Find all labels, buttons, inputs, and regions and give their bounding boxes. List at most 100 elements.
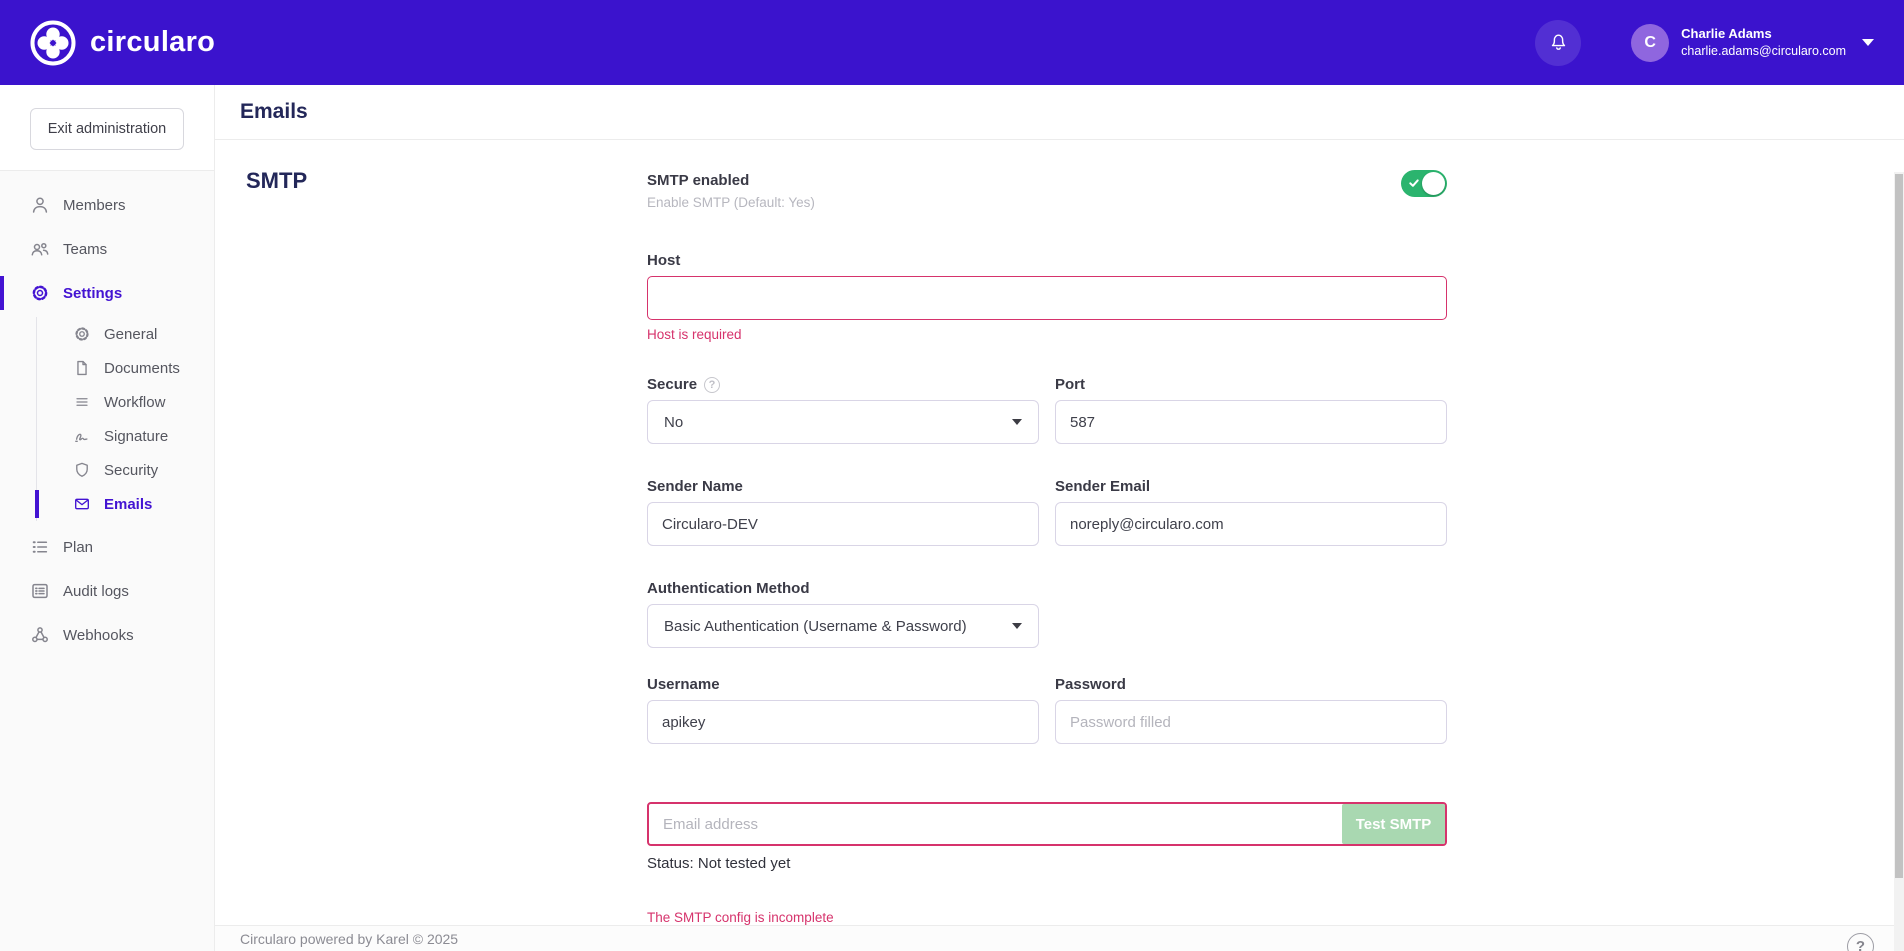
- page-header: Emails: [215, 85, 1904, 139]
- sender-name-label: Sender Name: [647, 478, 743, 495]
- sender-email-group: Sender Email: [1055, 478, 1447, 546]
- chevron-down-icon: [1862, 39, 1874, 46]
- credentials-row: Username Password: [647, 676, 1447, 744]
- test-email-input[interactable]: [647, 802, 1447, 846]
- auth-method-selected-value: Basic Authentication (Username & Passwor…: [664, 618, 967, 635]
- footer-text: Circularo powered by Karel © 2025: [240, 931, 458, 947]
- exit-administration-area: Exit administration: [0, 85, 214, 171]
- sidebar-item-label: Teams: [63, 241, 107, 258]
- sidebar-item-members[interactable]: Members: [0, 183, 214, 227]
- port-input[interactable]: [1055, 400, 1447, 444]
- port-group: Port: [1055, 376, 1447, 444]
- secure-selected-value: No: [664, 414, 683, 431]
- host-group: Host Host is required: [647, 252, 1447, 342]
- sidebar-item-label: Security: [104, 462, 158, 479]
- main-content: Emails SMTP SMTP enabled Enable SMTP (De…: [215, 85, 1904, 951]
- user-menu[interactable]: C Charlie Adams charlie.adams@circularo.…: [1631, 24, 1874, 62]
- host-label: Host: [647, 252, 1447, 269]
- plan-list-icon: [30, 537, 50, 557]
- sidebar-nav: Members Teams Settings General Documents: [0, 171, 214, 951]
- sender-name-input[interactable]: [647, 502, 1039, 546]
- check-icon: [1408, 177, 1420, 189]
- sidebar-item-label: Plan: [63, 539, 93, 556]
- smtp-enabled-toggle[interactable]: [1401, 170, 1447, 197]
- username-input[interactable]: [647, 700, 1039, 744]
- app-header: circularo C Charlie Adams charlie.adams@…: [0, 0, 1904, 85]
- secure-label: Secure: [647, 376, 697, 393]
- envelope-icon: [73, 495, 91, 513]
- shield-icon: [73, 461, 91, 479]
- password-input[interactable]: [1055, 700, 1447, 744]
- bell-icon: [1547, 31, 1570, 54]
- sidebar-item-general[interactable]: General: [37, 317, 214, 351]
- sidebar-item-label: Documents: [104, 360, 180, 377]
- username-group: Username: [647, 676, 1039, 744]
- admin-sidebar: Exit administration Members Teams Settin…: [0, 85, 215, 951]
- chevron-down-icon: [1012, 623, 1022, 629]
- secure-group: Secure ? No: [647, 376, 1039, 444]
- workflow-icon: [73, 393, 91, 411]
- audit-logs-icon: [30, 581, 50, 601]
- document-icon: [73, 359, 91, 377]
- webhooks-icon: [30, 625, 50, 645]
- members-icon: [30, 195, 50, 215]
- exit-administration-button[interactable]: Exit administration: [30, 108, 184, 150]
- test-status: Status: Not tested yet: [647, 855, 1447, 872]
- smtp-enabled-hint: Enable SMTP (Default: Yes): [647, 195, 1447, 210]
- sidebar-item-label: Signature: [104, 428, 168, 445]
- sidebar-item-signature[interactable]: Signature: [37, 419, 214, 453]
- toggle-knob: [1422, 172, 1445, 195]
- user-name: Charlie Adams: [1681, 26, 1846, 43]
- sender-email-label: Sender Email: [1055, 478, 1150, 495]
- brand-name: circularo: [90, 26, 215, 59]
- help-icon[interactable]: ?: [704, 377, 720, 393]
- smtp-form: SMTP enabled Enable SMTP (Default: Yes) …: [647, 140, 1447, 925]
- sidebar-item-webhooks[interactable]: Webhooks: [0, 613, 214, 657]
- chevron-down-icon: [1012, 419, 1022, 425]
- sidebar-item-label: Workflow: [104, 394, 165, 411]
- circularo-logo-icon: [30, 20, 76, 66]
- sidebar-item-documents[interactable]: Documents: [37, 351, 214, 385]
- smtp-config-error: The SMTP config is incomplete: [647, 910, 1447, 925]
- sidebar-item-label: Emails: [104, 496, 152, 513]
- sender-name-group: Sender Name: [647, 478, 1039, 546]
- settings-gear-icon: [30, 283, 50, 303]
- notifications-button[interactable]: [1535, 20, 1581, 66]
- secure-select[interactable]: No: [647, 400, 1039, 444]
- sidebar-item-workflow[interactable]: Workflow: [37, 385, 214, 419]
- help-button[interactable]: ?: [1847, 933, 1874, 951]
- sidebar-item-label: General: [104, 326, 157, 343]
- host-input[interactable]: [647, 276, 1447, 320]
- scrollbar-thumb[interactable]: [1895, 174, 1903, 878]
- auth-method-label: Authentication Method: [647, 580, 809, 597]
- sidebar-item-teams[interactable]: Teams: [0, 227, 214, 271]
- footer: Circularo powered by Karel © 2025 ?: [215, 925, 1904, 951]
- sidebar-item-settings[interactable]: Settings: [0, 271, 214, 315]
- host-error: Host is required: [647, 327, 1447, 342]
- user-email: charlie.adams@circularo.com: [1681, 43, 1846, 59]
- sidebar-item-security[interactable]: Security: [37, 453, 214, 487]
- secure-port-row: Secure ? No Port: [647, 376, 1447, 444]
- teams-icon: [30, 239, 50, 259]
- page-title: Emails: [240, 100, 308, 124]
- avatar: C: [1631, 24, 1669, 62]
- section-title: SMTP: [246, 168, 307, 194]
- username-label: Username: [647, 676, 720, 693]
- auth-method-select[interactable]: Basic Authentication (Username & Passwor…: [647, 604, 1039, 648]
- auth-method-group: Authentication Method Basic Authenticati…: [647, 580, 1039, 648]
- sidebar-item-label: Webhooks: [63, 627, 134, 644]
- smtp-enabled-row: SMTP enabled Enable SMTP (Default: Yes): [647, 172, 1447, 210]
- settings-submenu: General Documents Workflow Signature Sec…: [36, 317, 214, 521]
- smtp-settings-section: SMTP SMTP enabled Enable SMTP (Default: …: [215, 139, 1904, 925]
- sidebar-item-plan[interactable]: Plan: [0, 525, 214, 569]
- gear-icon: [73, 325, 91, 343]
- scrollbar-track[interactable]: [1894, 172, 1904, 951]
- smtp-enabled-label: SMTP enabled: [647, 172, 1447, 189]
- password-group: Password: [1055, 676, 1447, 744]
- sidebar-item-emails[interactable]: Emails: [37, 487, 214, 521]
- test-smtp-button[interactable]: Test SMTP: [1342, 804, 1445, 844]
- test-smtp-row: Test SMTP: [647, 802, 1447, 846]
- sidebar-item-audit-logs[interactable]: Audit logs: [0, 569, 214, 613]
- sender-email-input[interactable]: [1055, 502, 1447, 546]
- user-info: Charlie Adams charlie.adams@circularo.co…: [1681, 26, 1846, 59]
